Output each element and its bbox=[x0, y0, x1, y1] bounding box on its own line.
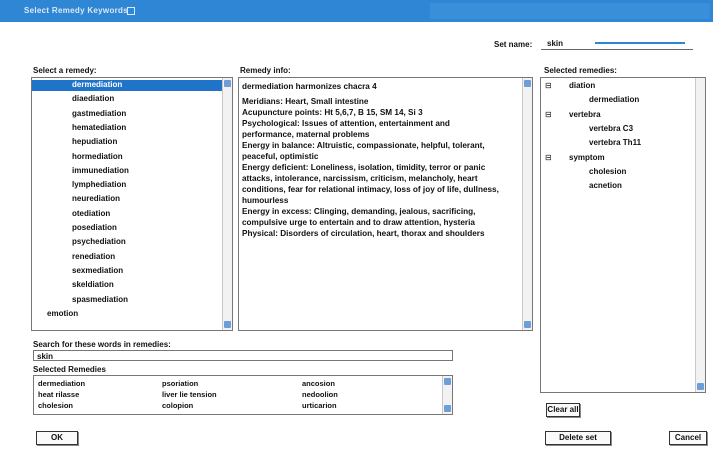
set-name-value: skin bbox=[547, 39, 564, 48]
table-cell: nedoolion bbox=[302, 390, 338, 399]
title-bar: Select Remedy Keywords bbox=[0, 0, 713, 22]
tree-leaf-item[interactable]: vertebra Th11 bbox=[545, 138, 641, 147]
remedy-info-line: performance, maternal problems bbox=[242, 130, 370, 139]
remedy-list-item[interactable]: renediation bbox=[32, 252, 222, 263]
remedy-list-item[interactable]: emotion bbox=[35, 309, 215, 320]
remedy-list-item[interactable]: immunediation bbox=[32, 166, 222, 177]
selected-remedies-tree[interactable]: ⊟ diation dermediation ⊟ vertebra vertebra C3… bbox=[540, 77, 706, 393]
tree-group-item[interactable]: ⊟ vertebra bbox=[545, 110, 601, 119]
remedy-list-item[interactable]: hepudiation bbox=[32, 137, 222, 148]
table-cell: dermediation bbox=[38, 379, 86, 388]
tree-leaf-item[interactable]: dermediation bbox=[545, 95, 639, 104]
remedy-info-line: Acupuncture points: Ht 5,6,7, B 15, SM 1… bbox=[242, 108, 423, 117]
remedy-info-line: attacks, intolerance, narcissism, critic… bbox=[242, 174, 478, 183]
table-row[interactable]: heat rilasse liver lie tension nedoolion bbox=[34, 389, 428, 400]
table-cell: cholesion bbox=[38, 401, 74, 410]
window-icon bbox=[127, 7, 135, 15]
remedy-list-item[interactable]: dermediation bbox=[32, 80, 222, 91]
remedy-list[interactable]: dermediation diaediation gastmediation hema… bbox=[31, 77, 233, 331]
remedy-list-item[interactable]: hematediation bbox=[32, 123, 222, 134]
tree-group-item[interactable]: ⊟ diation bbox=[545, 81, 595, 90]
scroll-up-icon[interactable] bbox=[524, 80, 531, 87]
remedy-info-line: peaceful, optimistic bbox=[242, 152, 319, 161]
set-name-field[interactable]: skin bbox=[541, 38, 693, 50]
remedy-list-item[interactable]: skeldiation bbox=[32, 280, 222, 291]
remedy-info-header: Remedy info: bbox=[240, 66, 291, 75]
tree-item-label: dermediation bbox=[589, 95, 640, 105]
table-cell: urticarion bbox=[302, 401, 337, 410]
table-cell: psoriation bbox=[162, 379, 199, 388]
remedy-info-line: Physical: Disorders of circulation, hear… bbox=[242, 229, 485, 238]
window-title: Select Remedy Keywords bbox=[24, 6, 128, 15]
scroll-down-icon[interactable] bbox=[224, 321, 231, 328]
scroll-down-icon[interactable] bbox=[524, 321, 531, 328]
remedy-info-line: conditions, fear for relational intimacy… bbox=[242, 185, 499, 194]
remedy-info-line: Psychological: Issues of attention, ente… bbox=[242, 119, 450, 128]
collapse-icon[interactable]: ⊟ bbox=[545, 110, 557, 119]
tree-leaf-item[interactable]: vertebra C3 bbox=[545, 124, 633, 133]
scroll-down-icon[interactable] bbox=[444, 405, 451, 412]
remedy-list-item[interactable]: hormediation bbox=[32, 152, 222, 163]
search-results-label: Selected Remedies bbox=[33, 365, 106, 374]
set-name-cursor-bar bbox=[595, 42, 685, 44]
remedy-list-item[interactable]: diaediation bbox=[32, 94, 222, 105]
table-cell: colopion bbox=[162, 401, 194, 410]
selected-remedies-scrollbar[interactable] bbox=[695, 78, 705, 392]
remedy-info-line: Energy deficient: Loneliness, isolation,… bbox=[242, 163, 486, 172]
remedy-list-item[interactable]: sexmediation bbox=[32, 266, 222, 277]
tree-item-label: symptom bbox=[569, 152, 605, 162]
remedy-list-item[interactable]: neurediation bbox=[32, 194, 222, 205]
table-cell: ancosion bbox=[302, 379, 335, 388]
table-row[interactable]: cholesion colopion urticarion bbox=[34, 400, 428, 411]
search-label: Search for these words in remedies: bbox=[33, 340, 171, 349]
scroll-down-icon[interactable] bbox=[697, 383, 704, 390]
remedy-info-text: dermediation harmonizes chacra 4 Meridian… bbox=[242, 81, 522, 239]
cancel-button[interactable]: Cancel bbox=[669, 431, 707, 445]
remedy-list-item[interactable]: posediation bbox=[32, 223, 222, 234]
table-row[interactable]: dermediation psoriation ancosion bbox=[34, 378, 428, 389]
remedy-list-item[interactable]: lymphediation bbox=[32, 180, 222, 191]
title-bar-region bbox=[430, 3, 710, 19]
collapse-icon[interactable]: ⊟ bbox=[545, 153, 557, 162]
search-input-value: skin bbox=[37, 352, 54, 361]
table-cell: heat rilasse bbox=[38, 390, 80, 399]
table-cell: liver lie tension bbox=[162, 390, 217, 399]
remedy-info-scrollbar[interactable] bbox=[522, 78, 532, 330]
remedy-info-line: Energy in balance: Altruistic, compassio… bbox=[242, 141, 485, 150]
selected-remedies-header: Selected remedies: bbox=[544, 66, 617, 75]
remedy-list-header: Select a remedy: bbox=[33, 66, 97, 75]
remedy-list-scrollbar[interactable] bbox=[222, 78, 232, 330]
remedy-list-item[interactable]: spasmediation bbox=[32, 295, 222, 306]
scroll-up-icon[interactable] bbox=[224, 80, 231, 87]
remedy-list-item[interactable]: psychediation bbox=[32, 237, 222, 248]
remedy-list-item[interactable]: gastmediation bbox=[32, 109, 222, 120]
tree-group-item[interactable]: ⊟ symptom bbox=[545, 153, 605, 162]
tree-item-label: vertebra Th11 bbox=[589, 138, 642, 148]
set-name-label: Set name: bbox=[494, 40, 533, 49]
search-results-scrollbar[interactable] bbox=[442, 376, 452, 414]
delete-set-button[interactable]: Delete set bbox=[545, 431, 611, 445]
tree-leaf-item[interactable]: acnetion bbox=[545, 181, 622, 190]
collapse-icon[interactable]: ⊟ bbox=[545, 81, 557, 90]
search-input[interactable]: skin bbox=[33, 350, 453, 361]
clear-all-button[interactable]: Clear all bbox=[546, 403, 580, 417]
ok-button[interactable]: OK bbox=[36, 431, 78, 445]
remedy-info-line: Energy in excess: Clinging, demanding, j… bbox=[242, 207, 476, 216]
remedy-info-line: dermediation harmonizes chacra 4 bbox=[242, 82, 377, 91]
remedy-info-line: compulsive urge to entertain and to draw… bbox=[242, 218, 475, 227]
remedy-info-line: Meridians: Heart, Small intestine bbox=[242, 97, 369, 106]
scroll-up-icon[interactable] bbox=[444, 378, 451, 385]
search-results-table: dermediation psoriation ancosion heat rilas… bbox=[34, 378, 428, 411]
tree-item-label: vertebra C3 bbox=[589, 123, 634, 133]
tree-leaf-item[interactable]: cholesion bbox=[545, 167, 626, 176]
remedy-info-line: humourless bbox=[242, 196, 289, 205]
tree-item-label: cholesion bbox=[589, 166, 627, 176]
tree-item-label: vertebra bbox=[569, 109, 601, 119]
remedy-info-panel: dermediation harmonizes chacra 4 Meridian… bbox=[238, 77, 533, 331]
tree-item-label: diation bbox=[569, 81, 596, 90]
search-results-list[interactable]: dermediation psoriation ancosion heat rilas… bbox=[33, 375, 453, 415]
tree-item-label: acnetion bbox=[589, 181, 622, 191]
remedy-list-item[interactable]: otediation bbox=[32, 209, 222, 220]
